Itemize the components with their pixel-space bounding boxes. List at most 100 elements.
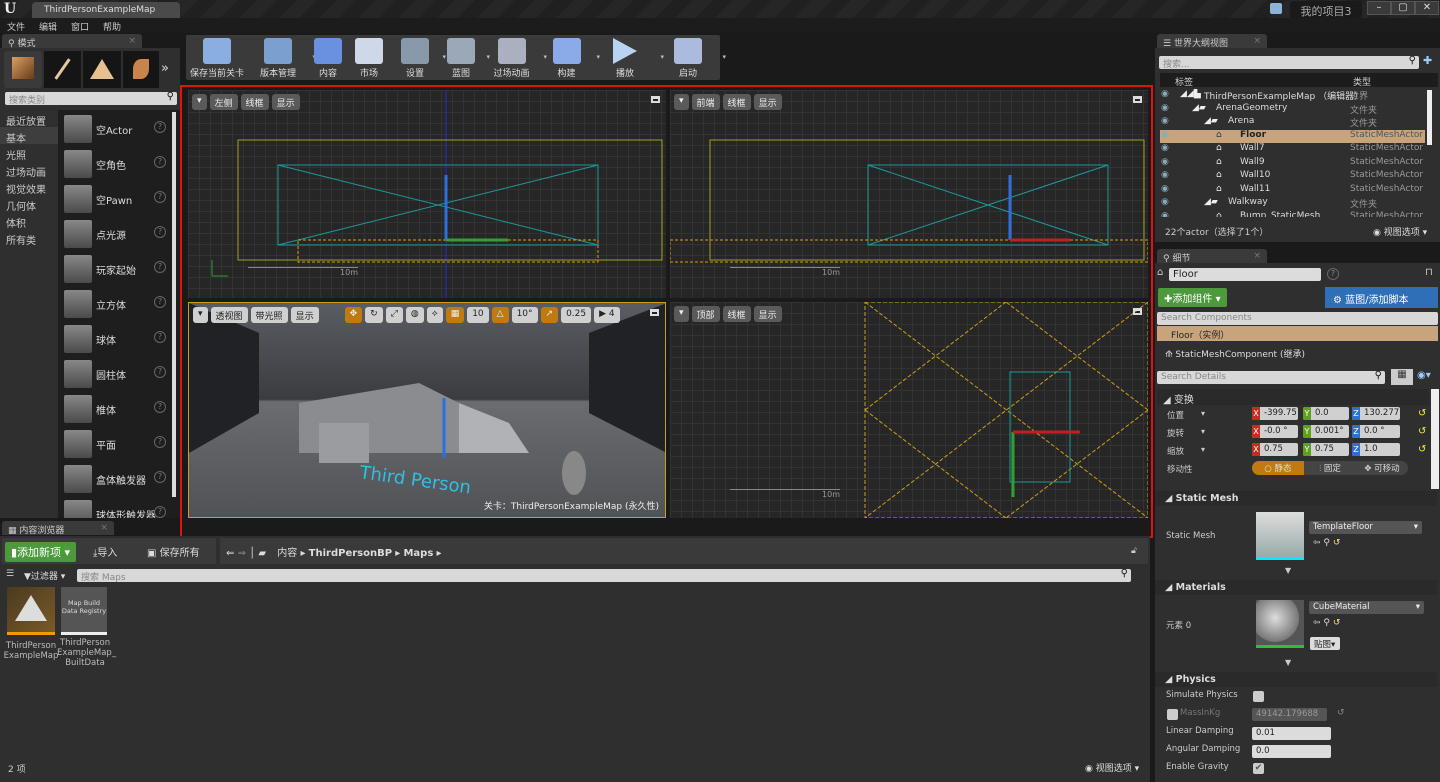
rotation-snap-icon[interactable]: △	[491, 307, 509, 323]
maximize-viewport-icon[interactable]	[650, 309, 659, 316]
save-all-button[interactable]: ▣ 保存所有	[147, 544, 200, 559]
category-item[interactable]: 所有类	[0, 229, 58, 247]
translate-tool-icon[interactable]: ✥	[344, 307, 363, 323]
category-item[interactable]: 体积	[0, 212, 58, 230]
grid-snap-icon[interactable]: ▦	[445, 307, 465, 323]
help-icon[interactable]: ?	[1327, 268, 1339, 280]
help-icon[interactable]: ?	[154, 191, 166, 203]
view-type-button[interactable]: 透视图	[210, 307, 248, 323]
outliner-row[interactable]: ◉ ⌂ Wall11 StaticMeshActor	[1160, 184, 1425, 197]
view-options-button[interactable]: ◉ 视图选项 ▾	[1085, 761, 1139, 774]
asset-thumbnail-builtdata[interactable]: Map Build Data Registry	[61, 587, 107, 635]
scale-y-input[interactable]: Y 0.75	[1303, 443, 1349, 456]
component-root[interactable]: Floor（实例）	[1157, 326, 1438, 341]
create-folder-icon[interactable]: ✚	[1423, 54, 1432, 67]
static-mesh-section[interactable]: ◢ Static Mesh	[1155, 491, 1437, 506]
maximize-viewport-icon[interactable]	[1133, 96, 1142, 103]
scale-z-input[interactable]: Z 1.0	[1352, 443, 1400, 456]
viewport-top[interactable]: ▾ 顶部 线框 显示 10m	[670, 302, 1148, 518]
viewport-left[interactable]: ▾ 左侧 线框 显示 10m	[188, 90, 666, 298]
outliner-tab[interactable]: ☰ 世界大纲视图 ×	[1157, 34, 1267, 49]
blueprint-button[interactable]: ⚙ 蓝图/添加脚本	[1325, 287, 1438, 308]
mobility-option[interactable]: ✥ 可移动	[1356, 461, 1408, 475]
component-item[interactable]: ⟰ StaticMeshComponent (继承)	[1165, 347, 1305, 360]
paint-mode-icon[interactable]	[44, 51, 81, 88]
material-dropdown[interactable]: CubeMaterial ▾	[1309, 601, 1424, 614]
filters-button[interactable]: ▼过滤器 ▾	[24, 569, 65, 582]
visibility-eye-icon[interactable]: ◉	[1161, 89, 1169, 99]
help-icon[interactable]: ?	[154, 366, 166, 378]
scrollbar[interactable]	[172, 112, 176, 497]
placeable-item[interactable]: 空Pawn?	[62, 183, 172, 215]
rotate-tool-icon[interactable]: ↻	[365, 307, 383, 323]
reset-icon[interactable]: ↺	[1418, 426, 1426, 437]
menu-window[interactable]: 窗口	[64, 18, 96, 35]
linear-damping-input[interactable]: 0.01	[1252, 727, 1331, 740]
placeable-item[interactable]: 平面?	[62, 428, 172, 460]
view-type-button[interactable]: 前端	[691, 94, 720, 110]
visibility-eye-icon[interactable]: ◉	[1161, 116, 1169, 126]
outliner-row[interactable]: ◉ ◢◢▙ ThirdPersonExampleMap （编辑器） 世界	[1160, 89, 1425, 102]
help-icon[interactable]: ?	[154, 401, 166, 413]
visibility-eye-icon[interactable]: ◉	[1161, 157, 1169, 167]
category-search-input[interactable]: 搜索类别 ⚲	[5, 91, 177, 106]
more-modes-icon[interactable]: »	[161, 51, 169, 88]
visibility-eye-icon[interactable]: ◉	[1161, 211, 1169, 218]
view-type-button[interactable]: 顶部	[691, 306, 720, 322]
placeable-item[interactable]: 玩家起始?	[62, 253, 172, 285]
lock-icon[interactable]: ⊓	[1425, 267, 1433, 278]
close-button[interactable]: ✕	[1415, 1, 1439, 15]
reset-icon[interactable]: ↺	[1333, 538, 1341, 548]
visibility-eye-icon[interactable]: ◉	[1161, 170, 1169, 180]
placeable-item[interactable]: 立方体?	[62, 288, 172, 320]
physics-section[interactable]: ◢ Physics	[1155, 672, 1437, 687]
placeable-item[interactable]: 圆柱体?	[62, 358, 172, 390]
toolbar-content-button[interactable]: 内容	[310, 35, 346, 80]
rotation-snap-value[interactable]: 10°	[511, 307, 538, 323]
outliner-row[interactable]: ◉ ◢▰ Arena 文件夹	[1160, 116, 1425, 129]
angular-damping-input[interactable]: 0.0	[1252, 745, 1331, 758]
reset-icon[interactable]: ↺	[1337, 708, 1345, 718]
details-tab[interactable]: ⚲ 细节 ×	[1157, 249, 1267, 264]
toolbar-source-control-button[interactable]: 版本管理▾	[248, 35, 316, 80]
asset-search-input[interactable]: 搜索 Maps ⚲	[77, 568, 1131, 583]
browse-icon[interactable]: ⚲	[1323, 538, 1330, 548]
toolbar-settings-button[interactable]: 设置 ▾	[392, 35, 446, 80]
menu-edit[interactable]: 编辑	[32, 18, 64, 35]
reset-icon[interactable]: ↺	[1418, 444, 1426, 455]
view-options-button[interactable]: ◉ 视图选项 ▾	[1373, 225, 1427, 238]
scrollbar[interactable]	[1427, 90, 1432, 145]
expand-icon[interactable]: ▼	[1285, 566, 1291, 575]
outliner-row[interactable]: ◉ ⌂ Wall9 StaticMeshActor	[1160, 157, 1425, 170]
rotation-x-input[interactable]: X -0.0 °	[1252, 425, 1298, 438]
viewport-menu-button[interactable]: ▾	[193, 307, 208, 323]
placeable-item[interactable]: 点光源?	[62, 218, 172, 250]
enable-gravity-checkbox[interactable]: ✔	[1253, 763, 1264, 774]
column-label[interactable]: 标签	[1175, 78, 1193, 88]
show-button[interactable]: 显示	[290, 307, 319, 323]
component-search-input[interactable]: Search Components	[1157, 312, 1438, 325]
location-z-input[interactable]: Z 130.277	[1352, 407, 1400, 420]
view-mode-button[interactable]: 线框	[722, 306, 751, 322]
outliner-row[interactable]: ◉ ◢▰ Walkway 文件夹	[1160, 197, 1425, 210]
scale-x-input[interactable]: X 0.75	[1252, 443, 1298, 456]
minimize-button[interactable]: –	[1367, 1, 1391, 15]
transform-section[interactable]: ◢ 变换	[1157, 389, 1429, 406]
dropdown-arrow-icon[interactable]: ▾	[722, 53, 726, 61]
toolbar-cinematics-button[interactable]: 过场动画 ▾	[484, 35, 547, 80]
visibility-eye-icon[interactable]: ◉	[1161, 143, 1169, 153]
use-selected-icon[interactable]: ⇦	[1313, 618, 1321, 628]
viewport-front[interactable]: ▾ 前端 线框 显示 10m	[670, 90, 1148, 298]
dropdown-arrow-icon[interactable]: ▾	[1201, 409, 1205, 418]
toolbar-play-button[interactable]: 播放 ▾	[594, 35, 664, 80]
help-icon[interactable]: ?	[154, 226, 166, 238]
document-tab[interactable]: ThirdPersonExampleMap	[32, 2, 180, 18]
help-icon[interactable]: ?	[154, 471, 166, 483]
outliner-row[interactable]: ◉ ◢▰ ArenaGeometry 文件夹	[1160, 103, 1425, 116]
show-button[interactable]: 显示	[753, 306, 782, 322]
category-item[interactable]: 过场动画	[0, 161, 58, 179]
outliner-row[interactable]: ◉ ⌂ Wall7 StaticMeshActor	[1160, 143, 1425, 156]
rotation-z-input[interactable]: Z 0.0 °	[1352, 425, 1400, 438]
visibility-eye-icon[interactable]: ◉	[1161, 130, 1169, 140]
actor-name-input[interactable]: Floor	[1169, 268, 1321, 281]
